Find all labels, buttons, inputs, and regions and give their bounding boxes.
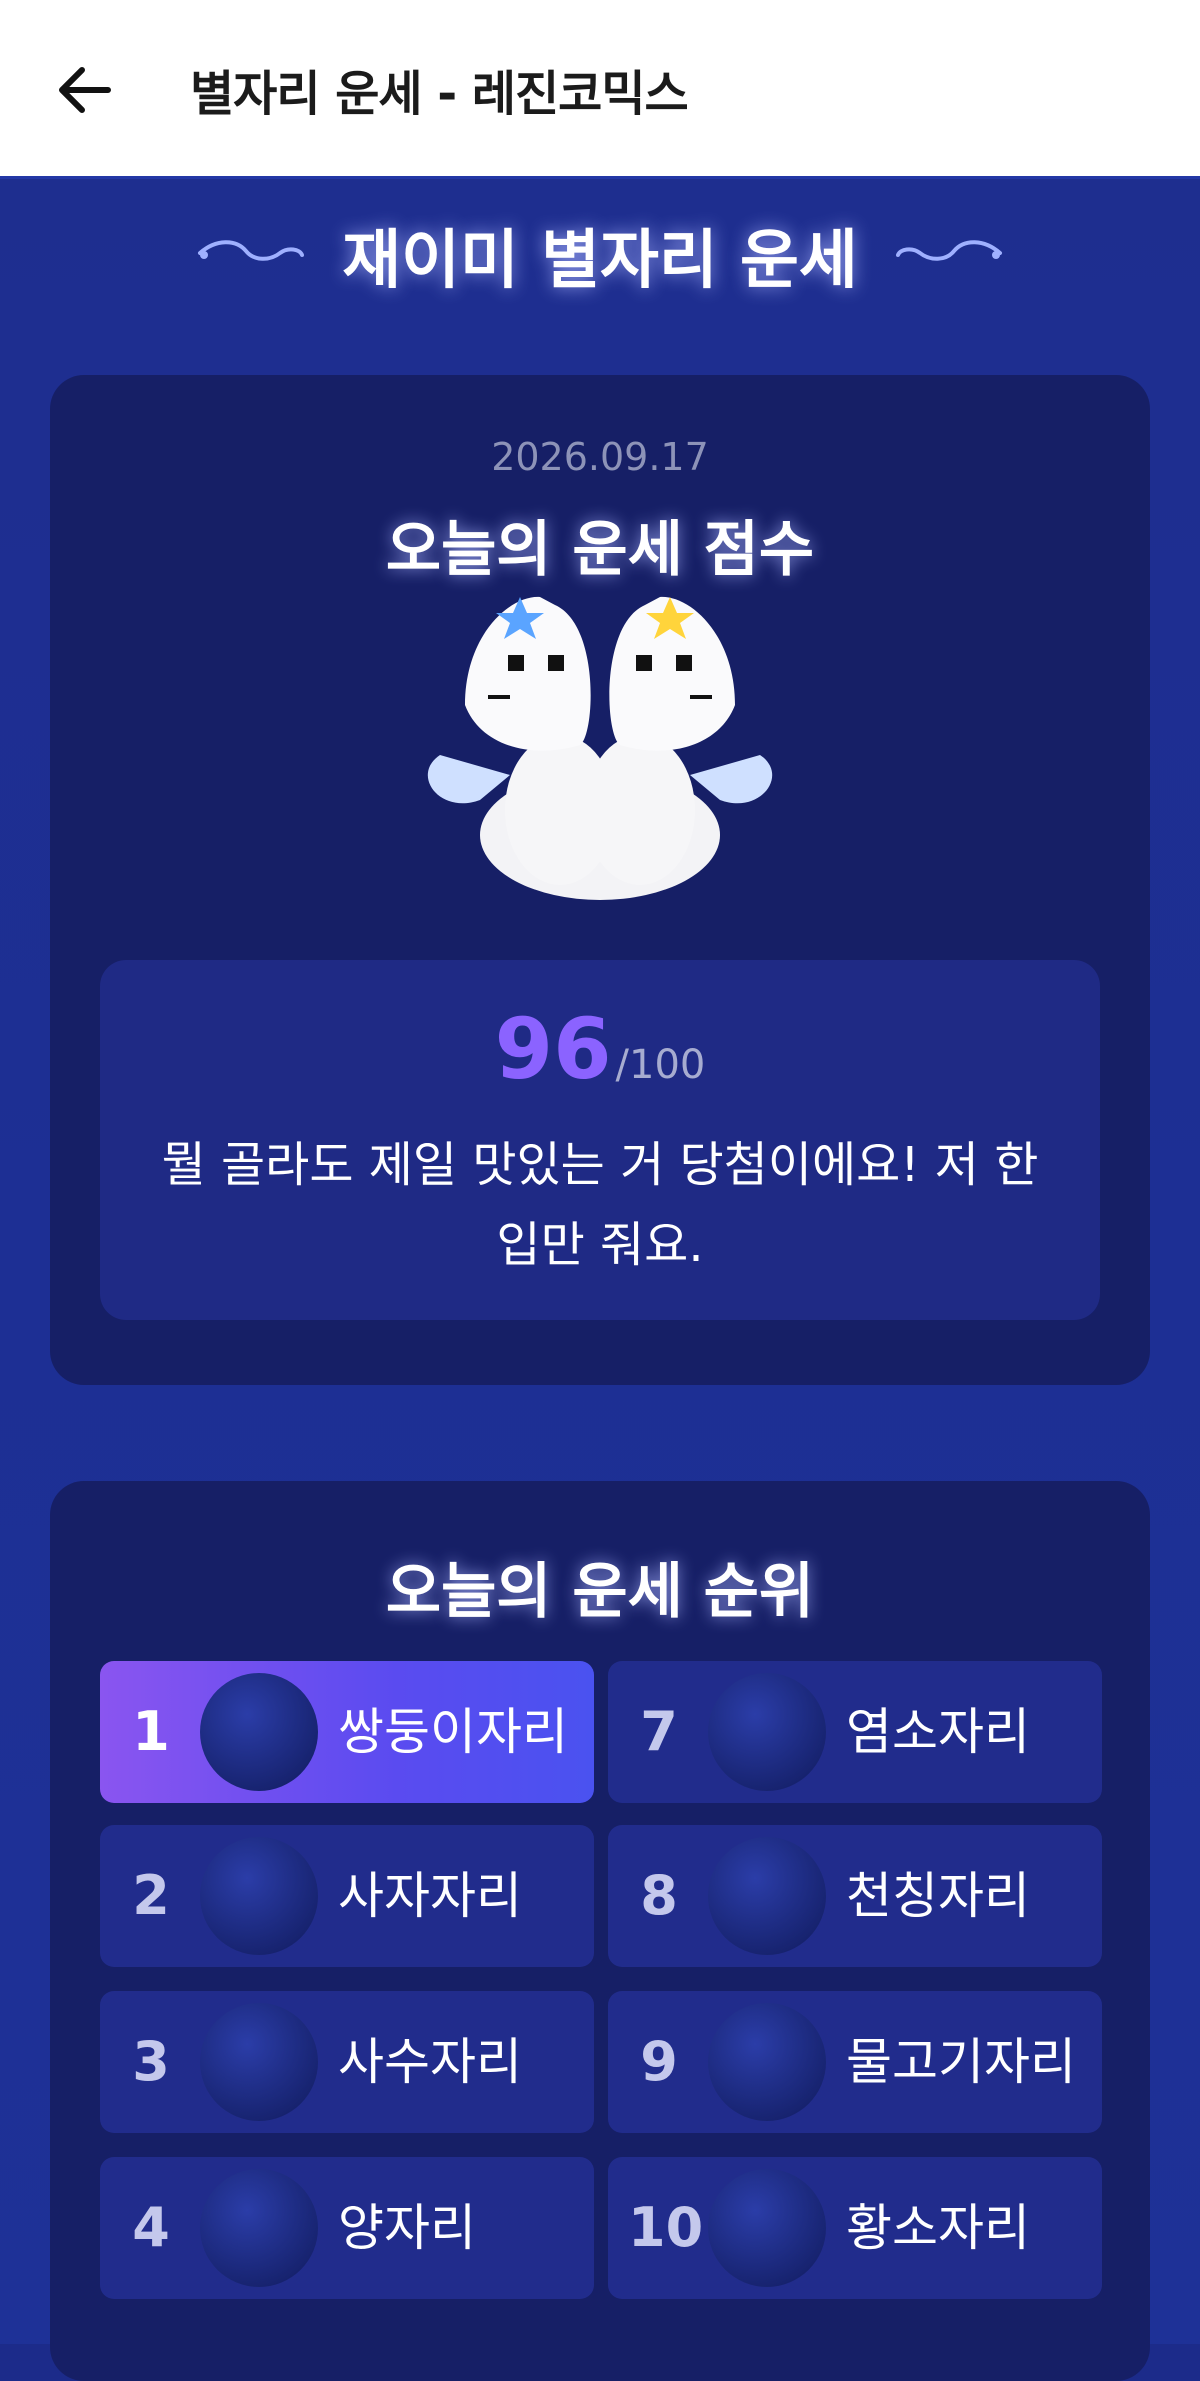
fortune-message: 뭘 골라도 제일 맛있는 거 당첨이에요! 저 한 입만 줘요. (161, 1137, 1039, 1273)
swirl-ornament-right-icon (896, 240, 1002, 261)
rank-item[interactable]: 2 사자자리 (100, 1825, 594, 1967)
score-max: /100 (615, 1042, 706, 1088)
leo-mascot-icon (200, 1837, 318, 1955)
rank-number: 2 (132, 1864, 170, 1927)
page-title: 재이미 별자리 운세 (342, 224, 858, 298)
rank-sign-name: 염소자리 (846, 1703, 1030, 1761)
rank-item[interactable]: 3 사수자리 (100, 1991, 594, 2133)
score-line: 96/100 (100, 1000, 1100, 1098)
main-content: 재이미 별자리 운세 2026.09.17 오늘의 운세 점수 96/100 뭘… (0, 179, 1200, 2381)
fortune-date: 2026.09.17 (491, 435, 709, 479)
libra-mascot-icon (708, 1837, 826, 1955)
rank-number: 10 (628, 2196, 704, 2259)
fortune-ranking-card: 오늘의 운세 순위 1 쌍둥이자리 2 사자자리 3 사수자리 4 양자리 7 … (50, 1481, 1150, 2381)
rank-sign-name: 쌍둥이자리 (338, 1703, 568, 1761)
pisces-mascot-icon (708, 2003, 826, 2121)
score-value: 96 (494, 1000, 612, 1098)
ranking-title: 오늘의 운세 순위 (385, 1557, 815, 1627)
aries-mascot-icon (200, 2169, 318, 2287)
rank-item[interactable]: 1 쌍둥이자리 (100, 1661, 594, 1803)
rank-number: 3 (132, 2030, 170, 2093)
rank-number: 7 (640, 1700, 678, 1763)
rank-sign-name: 사자자리 (338, 1867, 522, 1925)
rank-sign-name: 천칭자리 (846, 1867, 1030, 1925)
rank-item[interactable]: 10 황소자리 (608, 2157, 1102, 2299)
taurus-mascot-icon (708, 2169, 826, 2287)
score-box: 96/100 뭘 골라도 제일 맛있는 거 당첨이에요! 저 한 입만 줘요. (100, 960, 1100, 1320)
fortune-score-title: 오늘의 운세 점수 (385, 515, 815, 585)
rank-sign-name: 물고기자리 (846, 2033, 1076, 2091)
sagittarius-mascot-icon (200, 2003, 318, 2121)
rank-item[interactable]: 8 천칭자리 (608, 1825, 1102, 1967)
capricorn-mascot-icon (708, 1673, 826, 1791)
rank-number: 4 (132, 2196, 170, 2259)
app-bar-title: 별자리 운세 - 레진코믹스 (190, 66, 689, 122)
app-bar: 별자리 운세 - 레진코믹스 (0, 0, 1200, 179)
gemini-mascot-icon (427, 596, 773, 900)
rank-sign-name: 사수자리 (338, 2033, 522, 2091)
fortune-score-card: 2026.09.17 오늘의 운세 점수 96/100 뭘 골라도 제일 맛있는… (50, 375, 1150, 1385)
rank-sign-name: 양자리 (338, 2199, 476, 2257)
rank-item[interactable]: 9 물고기자리 (608, 1991, 1102, 2133)
back-arrow-icon[interactable] (52, 58, 116, 122)
rank-number: 1 (132, 1700, 170, 1763)
rank-number: 9 (640, 2030, 678, 2093)
rank-item[interactable]: 4 양자리 (100, 2157, 594, 2299)
rank-item[interactable]: 7 염소자리 (608, 1661, 1102, 1803)
rank-number: 8 (640, 1864, 678, 1927)
gemini-mascot-icon (200, 1673, 318, 1791)
rank-sign-name: 황소자리 (846, 2199, 1030, 2257)
